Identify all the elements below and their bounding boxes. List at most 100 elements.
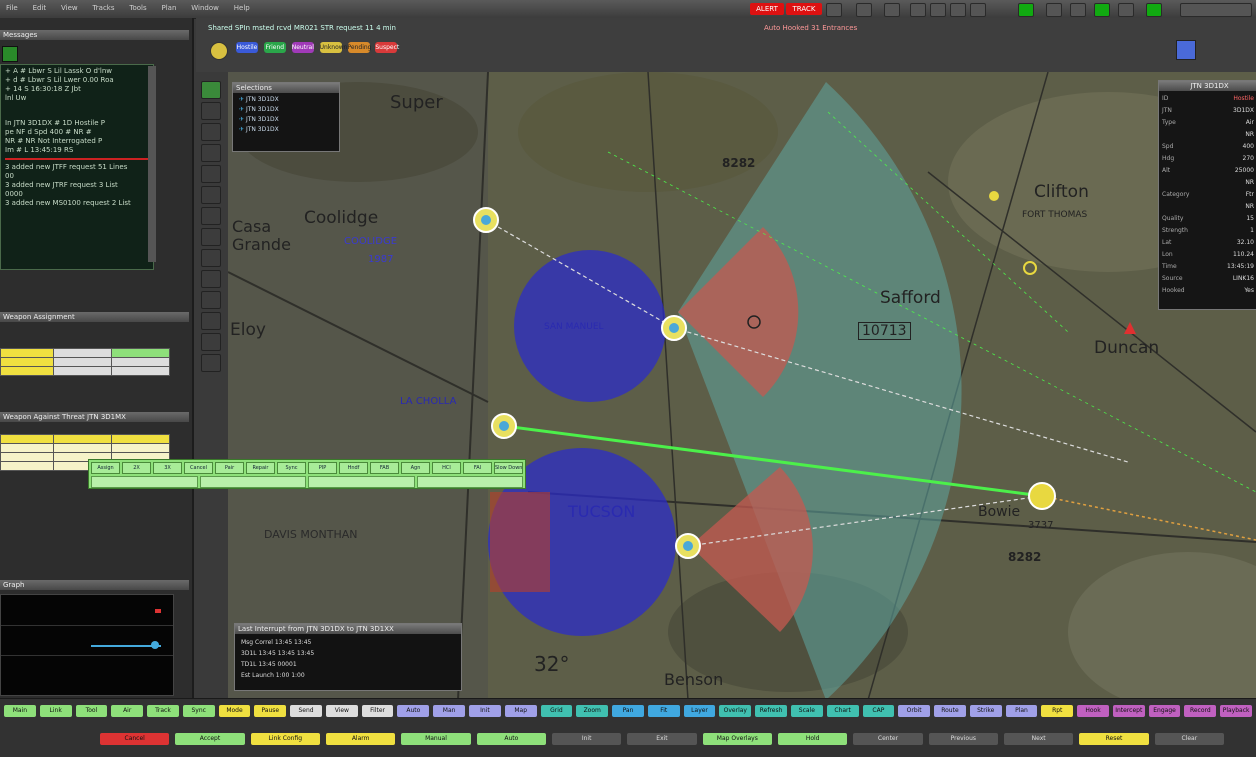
layers-icon[interactable] [1176, 40, 1196, 60]
scrollbar[interactable] [148, 66, 156, 262]
bottom-button[interactable]: Previous [928, 733, 998, 745]
track-alert-badge[interactable]: TRACK [786, 3, 822, 15]
bottom-button[interactable]: Hook [1077, 705, 1109, 717]
bottom-button[interactable]: Link Config [250, 733, 320, 745]
assignment-button[interactable]: FAB [370, 462, 399, 474]
filter-hostile[interactable]: Hostile [236, 42, 258, 53]
bottom-button[interactable]: Manual [401, 733, 471, 745]
menu-window[interactable]: Window [185, 0, 225, 16]
bottom-button[interactable]: Next [1004, 733, 1074, 745]
assignment-button[interactable]: 2X [122, 462, 151, 474]
bottom-button[interactable]: Accept [175, 733, 245, 745]
bottom-button[interactable]: Route [934, 705, 966, 717]
assignment-field[interactable] [199, 476, 306, 488]
bottom-button[interactable]: Zoom [576, 705, 609, 717]
compass-icon[interactable] [210, 42, 228, 60]
assignment-button[interactable]: Repair [246, 462, 275, 474]
assignment-button[interactable]: Pair [215, 462, 244, 474]
assignment-field[interactable] [308, 476, 415, 488]
assignment-field[interactable] [91, 476, 198, 488]
assignment-button[interactable]: HCl [432, 462, 461, 474]
filter-pending[interactable]: Pending [347, 42, 372, 53]
status-indicator-green[interactable] [1094, 3, 1110, 17]
toolbar-button[interactable] [950, 3, 966, 17]
toolbar-button[interactable] [1046, 3, 1062, 17]
bottom-button[interactable]: Sync [182, 705, 215, 717]
tactical-map[interactable]: Super Casa Grande Coolidge COOLIDGE 1987… [228, 72, 1256, 700]
waypoint-icon[interactable] [201, 207, 221, 225]
bottom-button[interactable]: Engage [1148, 705, 1181, 717]
assignment-button[interactable]: PIP [308, 462, 337, 474]
bottom-button[interactable]: Hold [778, 733, 848, 745]
assignment-button[interactable]: Cancel [184, 462, 213, 474]
pan-icon[interactable] [201, 270, 221, 288]
assignment-button[interactable]: Sync [277, 462, 306, 474]
bottom-button[interactable]: View [325, 705, 358, 717]
bottom-button[interactable]: Reset [1079, 733, 1149, 745]
settings-icon[interactable] [201, 354, 221, 372]
bottom-button[interactable]: Refresh [755, 705, 787, 717]
bottom-button[interactable]: Air [111, 705, 144, 717]
hostile-track-symbol[interactable] [1028, 482, 1056, 510]
status-indicator-green[interactable] [1018, 3, 1034, 17]
menu-tracks[interactable]: Tracks [87, 0, 121, 16]
bottom-button[interactable]: Plan [1005, 705, 1038, 717]
bottom-button[interactable]: Layer [683, 705, 716, 717]
range-ring-icon[interactable] [201, 165, 221, 183]
menu-file[interactable]: File [0, 0, 24, 16]
select-tool-icon[interactable] [201, 81, 221, 99]
bottom-button[interactable]: Orbit [898, 705, 931, 717]
assignment-button[interactable]: FAl [463, 462, 492, 474]
bottom-button[interactable]: Clear [1154, 733, 1224, 745]
filter-unknown[interactable]: Unknown [319, 42, 347, 53]
menu-plan[interactable]: Plan [156, 0, 183, 16]
bottom-button[interactable]: Mode [218, 705, 251, 717]
close-icon[interactable] [2, 46, 18, 62]
menu-help[interactable]: Help [228, 0, 256, 16]
bottom-button[interactable]: Main [4, 705, 36, 717]
zoom-in-icon[interactable] [201, 228, 221, 246]
bottom-button[interactable]: Filter [361, 705, 394, 717]
toolbar-button[interactable] [826, 3, 842, 17]
bottom-button[interactable]: Auto [476, 733, 546, 745]
selection-item[interactable]: ✈ JTN 3D1DX [239, 115, 333, 125]
selection-item[interactable]: ✈ JTN 3D1DX [239, 95, 333, 105]
layers-tool-icon[interactable] [201, 291, 221, 309]
bottom-button[interactable]: Link [39, 705, 72, 717]
bottom-button[interactable]: Overlay [719, 705, 752, 717]
toolbar-button[interactable] [1070, 3, 1086, 17]
bottom-button[interactable]: Init [552, 733, 622, 745]
draw-tool-icon[interactable] [201, 144, 221, 162]
filter-friend[interactable]: Friend [263, 42, 286, 53]
filter-suspect[interactable]: Suspect [375, 42, 399, 53]
bottom-button[interactable]: Init [469, 705, 501, 717]
assignment-button[interactable]: Agn [401, 462, 430, 474]
bullseye-icon[interactable] [201, 186, 221, 204]
bottom-button[interactable]: Scale [790, 705, 823, 717]
filter-neutral[interactable]: Neutral [291, 42, 314, 53]
bottom-button[interactable]: Rpt [1041, 705, 1074, 717]
waypoint-marker[interactable] [989, 191, 999, 201]
menu-tools[interactable]: Tools [123, 0, 152, 16]
bottom-button[interactable]: Pause [254, 705, 287, 717]
menu-edit[interactable]: Edit [27, 0, 53, 16]
zoom-out-icon[interactable] [201, 249, 221, 267]
center-icon[interactable] [201, 333, 221, 351]
bottom-button[interactable]: Grid [540, 705, 573, 717]
bottom-button[interactable]: Send [290, 705, 322, 717]
grid-icon[interactable] [201, 312, 221, 330]
bottom-button[interactable]: Record [1184, 705, 1217, 717]
bottom-button[interactable]: Map Overlays [702, 733, 772, 745]
bottom-button[interactable]: Center [853, 733, 923, 745]
menu-view[interactable]: View [55, 0, 84, 16]
assignment-button[interactable]: Hndf [339, 462, 368, 474]
bottom-button[interactable]: Pan [612, 705, 644, 717]
toolbar-button[interactable] [970, 3, 986, 17]
status-indicator-green[interactable] [1146, 3, 1162, 17]
bottom-button[interactable]: Intercept [1112, 705, 1145, 717]
bottom-button[interactable]: Tool [75, 705, 108, 717]
assignment-button[interactable]: Slow Down [494, 462, 523, 474]
bottom-button[interactable]: CAP [862, 705, 895, 717]
pointer-tool-icon[interactable] [201, 102, 221, 120]
assignment-button[interactable]: Assign [91, 462, 120, 474]
